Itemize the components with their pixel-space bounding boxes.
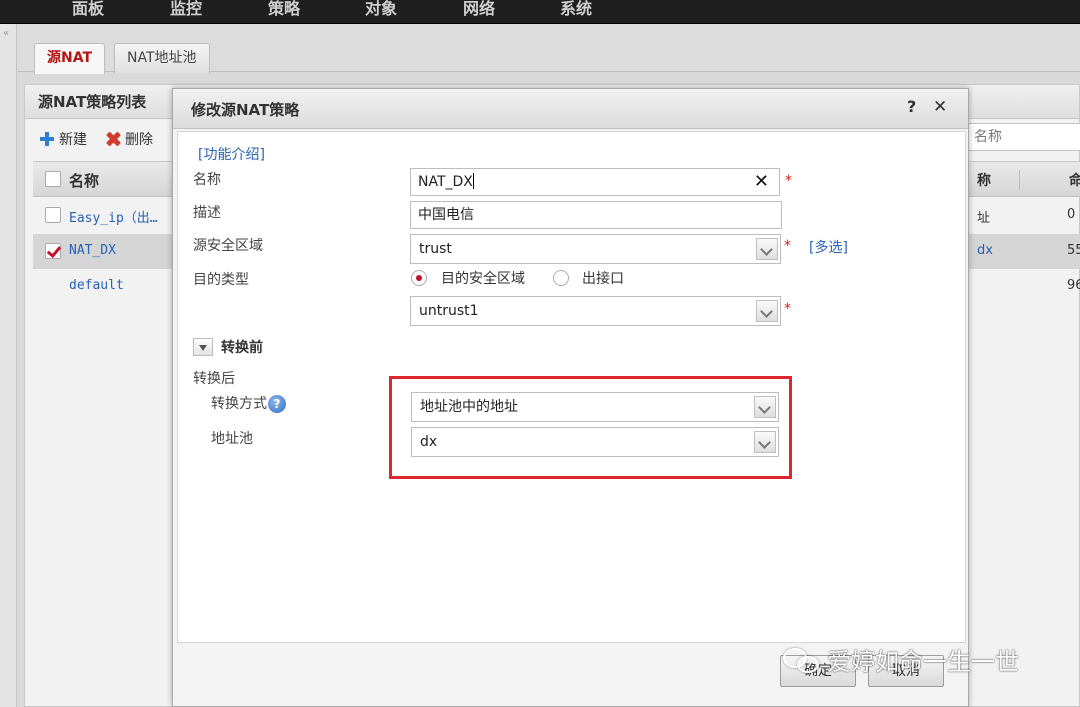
highlight-annotation-box — [389, 376, 792, 479]
row-cell-2: 址 — [977, 211, 991, 226]
radio-dest-zone[interactable] — [411, 270, 427, 286]
delete-button[interactable]: 删除 — [105, 129, 153, 149]
row-cell-3: 55 — [1067, 243, 1080, 258]
new-button-label: 新建 — [59, 132, 87, 148]
nav-item-policy[interactable]: 策略 — [268, 0, 300, 19]
conversion-mode-label-text: 转换方式 — [211, 396, 267, 412]
help-icon[interactable]: ? — [907, 97, 916, 116]
left-collapse-strip[interactable]: « — [0, 24, 17, 707]
delete-icon — [105, 131, 121, 147]
edit-source-nat-dialog: 修改源NAT策略 ? ✕ [功能介绍] 名称 NAT_DX ✕ * 描述 中国电… — [172, 88, 969, 707]
tab-bar: 源NAT NAT地址池 — [18, 24, 1080, 74]
name-field-value: NAT_DX — [418, 174, 473, 190]
plus-icon — [39, 131, 55, 147]
new-button[interactable]: 新建 — [39, 129, 87, 149]
row-name[interactable]: default — [69, 278, 124, 293]
tab-source-nat[interactable]: 源NAT — [34, 43, 106, 74]
radio-egress-interface[interactable] — [553, 270, 569, 286]
row-checkbox[interactable] — [45, 243, 61, 259]
nav-item-dashboard[interactable]: 面板 — [72, 0, 104, 19]
after-conversion-label: 转换后 — [193, 371, 235, 387]
column-divider — [1019, 170, 1020, 190]
source-zone-select[interactable]: trust — [410, 234, 781, 264]
destination-zone-select[interactable]: untrust1 — [410, 296, 781, 326]
address-pool-label: 地址池 — [211, 431, 253, 447]
row-checkbox[interactable] — [45, 207, 61, 223]
delete-button-label: 删除 — [125, 132, 153, 148]
nav-item-monitor[interactable]: 监控 — [170, 0, 202, 19]
name-field[interactable]: NAT_DX ✕ — [410, 168, 780, 196]
function-intro-link[interactable]: [功能介绍] — [198, 144, 265, 164]
search-input[interactable]: 名称 — [965, 123, 1080, 151]
radio-egress-interface-label[interactable]: 出接口 — [582, 268, 624, 288]
watermark: 爱婷如命一生一世 — [783, 642, 1019, 676]
row-name[interactable]: NAT_DX — [69, 243, 116, 258]
collapse-left-icon[interactable]: « — [3, 28, 9, 39]
name-label: 名称 — [193, 172, 221, 188]
source-zone-label: 源安全区域 — [193, 238, 263, 254]
row-cell-3: 967 — [1067, 278, 1080, 293]
destination-zone-value: untrust1 — [419, 303, 479, 319]
wechat-icon — [783, 646, 823, 674]
dialog-title: 修改源NAT策略 — [191, 101, 300, 119]
conversion-mode-label: 转换方式? — [211, 393, 286, 413]
chevron-down-icon[interactable] — [756, 300, 778, 322]
nav-item-object[interactable]: 对象 — [365, 0, 397, 19]
section-before-conversion[interactable]: 转换前 — [221, 337, 263, 357]
multi-select-link[interactable]: [多选] — [809, 237, 848, 257]
destination-type-label: 目的类型 — [193, 272, 249, 288]
watermark-text: 爱婷如命一生一世 — [827, 648, 1019, 676]
column-header-3[interactable]: 命 — [1069, 170, 1080, 190]
description-label: 描述 — [193, 205, 221, 221]
row-name[interactable]: Easy_ip（出… — [69, 207, 158, 226]
nav-item-network[interactable]: 网络 — [463, 0, 495, 19]
tab-nat-address-pool[interactable]: NAT地址池 — [114, 43, 210, 73]
dialog-title-bar: 修改源NAT策略 ? ✕ — [173, 89, 968, 129]
help-icon[interactable]: ? — [268, 395, 286, 413]
top-nav-bar: 面板 监控 策略 对象 网络 系统 — [0, 0, 1080, 24]
close-icon[interactable]: ✕ — [933, 97, 947, 117]
clear-icon[interactable]: ✕ — [754, 169, 769, 195]
chevron-down-icon[interactable] — [756, 238, 778, 260]
row-cell-2: dx — [977, 243, 993, 258]
row-cell-3: 0 — [1067, 207, 1076, 222]
radio-dest-zone-label[interactable]: 目的安全区域 — [441, 268, 525, 288]
column-header-name[interactable]: 名称 — [69, 170, 99, 191]
text-cursor — [472, 173, 474, 189]
required-mark: * — [784, 301, 791, 317]
collapse-toggle-icon[interactable] — [193, 338, 213, 356]
column-header-2[interactable]: 称 — [977, 170, 991, 190]
source-zone-value: trust — [419, 241, 452, 257]
nav-item-system[interactable]: 系统 — [560, 0, 592, 19]
required-mark: * — [785, 173, 792, 189]
required-mark: * — [784, 238, 791, 254]
select-all-checkbox[interactable] — [45, 171, 61, 187]
description-field[interactable]: 中国电信 — [410, 201, 782, 229]
